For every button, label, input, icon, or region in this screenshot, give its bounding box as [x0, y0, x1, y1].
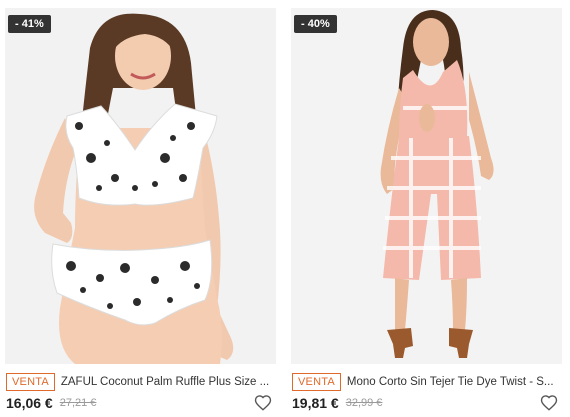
price-row: 19,81 € 32,99 €: [291, 393, 562, 413]
current-price: 16,06 €: [6, 395, 53, 411]
original-price: 27,21 €: [59, 397, 97, 409]
product-card: - 40% VENTA Mono Corto Sin Tejer Tie Dye…: [291, 0, 567, 414]
product-card: - 41% VENTA ZAFUL Coconut Palm Ruffle Pl…: [5, 0, 281, 414]
heart-icon[interactable]: [540, 394, 558, 412]
product-title[interactable]: ZAFUL Coconut Palm Ruffle Plus Size ...: [61, 376, 276, 388]
sale-tag: VENTA: [292, 373, 341, 391]
product-image[interactable]: - 41%: [5, 8, 276, 364]
heart-icon[interactable]: [254, 394, 272, 412]
swimsuit-photo-icon: [5, 8, 276, 364]
discount-badge: - 41%: [8, 15, 51, 33]
product-title[interactable]: Mono Corto Sin Tejer Tie Dye Twist - S..…: [347, 376, 562, 388]
current-price: 19,81 €: [292, 395, 339, 411]
product-title-row: VENTA Mono Corto Sin Tejer Tie Dye Twist…: [291, 372, 562, 392]
jumpsuit-photo-icon: [291, 8, 562, 364]
product-title-row: VENTA ZAFUL Coconut Palm Ruffle Plus Siz…: [5, 372, 276, 392]
original-price: 32,99 €: [345, 397, 383, 409]
price-row: 16,06 € 27,21 €: [5, 393, 276, 413]
product-image[interactable]: - 40%: [291, 8, 562, 364]
product-grid: - 41% VENTA ZAFUL Coconut Palm Ruffle Pl…: [0, 0, 570, 414]
sale-tag: VENTA: [6, 373, 55, 391]
discount-badge: - 40%: [294, 15, 337, 33]
